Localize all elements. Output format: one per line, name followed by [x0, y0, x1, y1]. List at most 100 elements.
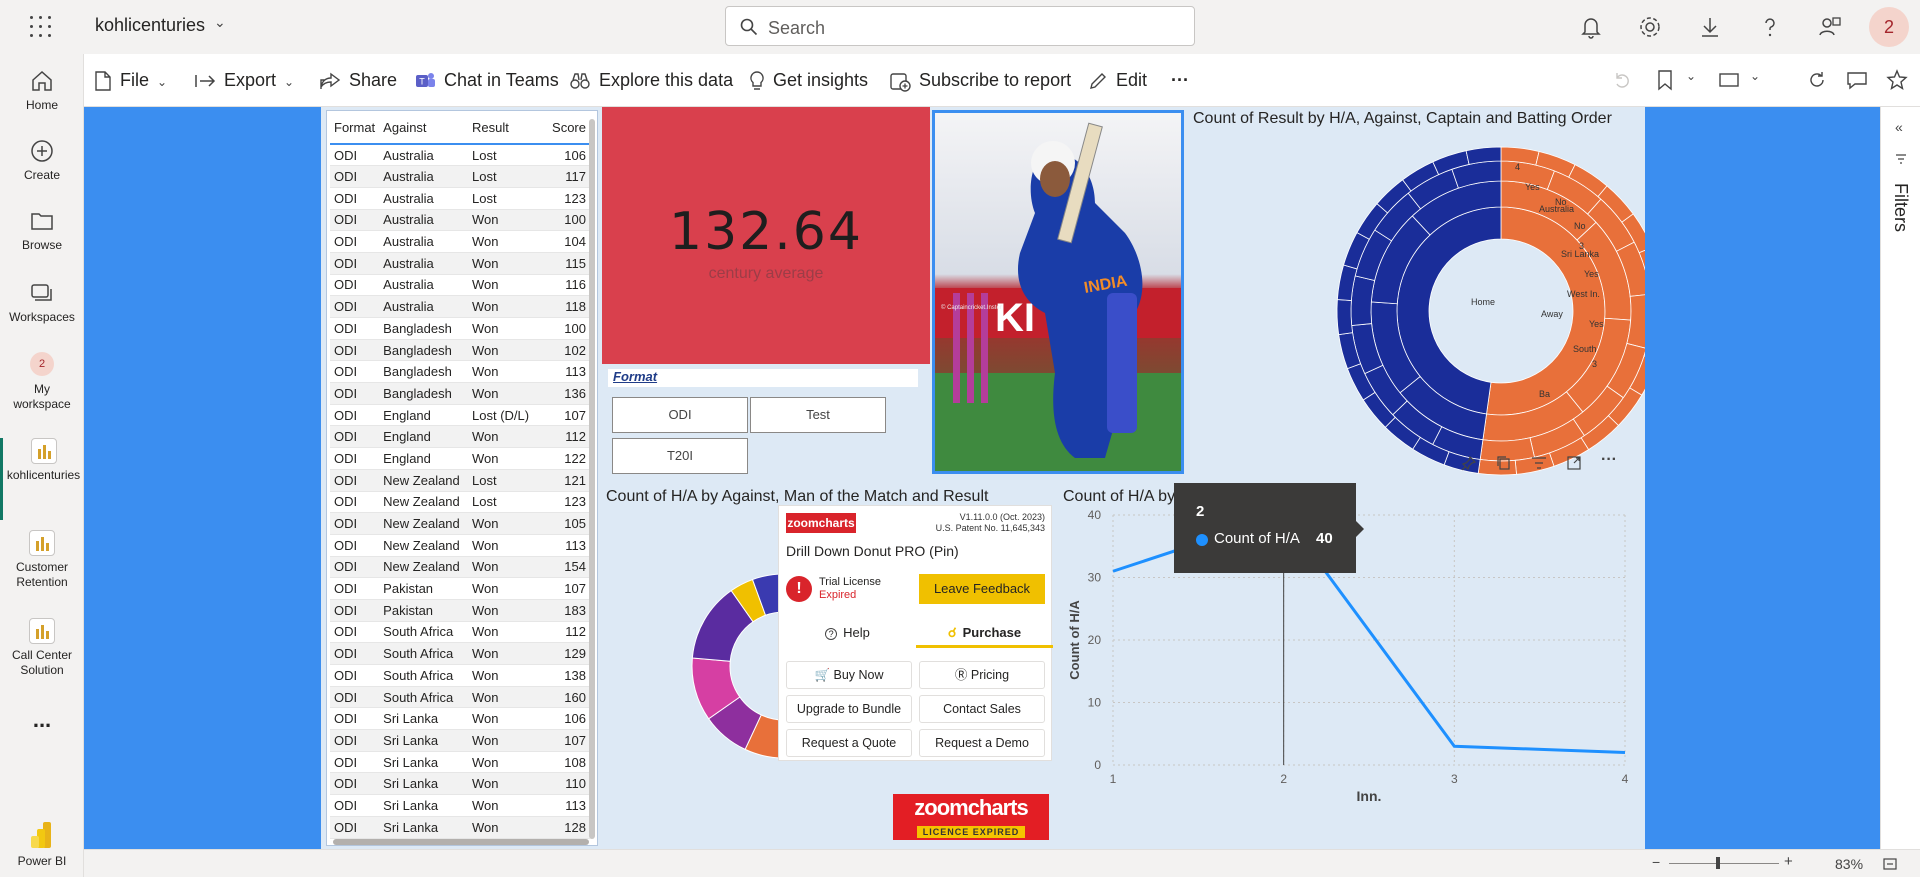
focus-mode-icon[interactable]: [1566, 455, 1582, 471]
table-row[interactable]: ODI Sri Lanka Won 107: [330, 729, 590, 752]
copy-icon[interactable]: [1496, 455, 1512, 471]
subscribe-button[interactable]: Subscribe to report: [889, 70, 1071, 92]
nav-my-workspace[interactable]: 2 My workspace: [0, 352, 84, 412]
avatar[interactable]: 2: [1869, 7, 1909, 47]
gear-icon[interactable]: [1637, 14, 1663, 40]
column-header-format[interactable]: Format: [330, 114, 380, 145]
centuries-table[interactable]: Format Against Result Score ODI Australia Los…: [326, 110, 598, 846]
table-row[interactable]: ODI New Zealand Lost 123: [330, 491, 590, 514]
leave-feedback-button[interactable]: Leave Feedback: [919, 574, 1045, 604]
nav-home[interactable]: Home: [0, 68, 84, 113]
get-insights-button[interactable]: Get insights: [749, 70, 868, 92]
table-row[interactable]: ODI New Zealand Lost 121: [330, 469, 590, 492]
download-icon[interactable]: [1697, 14, 1723, 40]
nav-workspaces[interactable]: Workspaces: [0, 280, 84, 325]
app-launcher-icon[interactable]: [30, 16, 52, 38]
bookmark-icon[interactable]: [1656, 69, 1674, 91]
fit-to-page-icon[interactable]: [1882, 856, 1898, 872]
table-row[interactable]: ODI South Africa Won 129: [330, 642, 590, 665]
refresh-icon[interactable]: [1807, 70, 1827, 90]
table-row[interactable]: ODI Sri Lanka Won 110: [330, 772, 590, 796]
file-menu[interactable]: File ⌄: [94, 70, 167, 91]
view-icon[interactable]: [1718, 71, 1740, 89]
table-row[interactable]: ODI Australia Lost 106: [330, 144, 590, 167]
table-row[interactable]: ODI New Zealand Won 113: [330, 534, 590, 557]
chevron-down-icon[interactable]: ⌄: [1686, 69, 1696, 83]
column-header-result[interactable]: Result: [468, 114, 541, 145]
request-quote-button[interactable]: Request a Quote: [786, 729, 912, 757]
zoom-in-button[interactable]: +: [1784, 853, 1793, 870]
table-horizontal-scrollbar[interactable]: [333, 839, 589, 845]
more-options-icon[interactable]: ···: [1601, 451, 1617, 469]
table-row[interactable]: ODI England Won 112: [330, 425, 590, 449]
contact-sales-button[interactable]: Contact Sales: [919, 695, 1045, 723]
nav-kohlicenturies[interactable]: kohlicenturies: [0, 438, 84, 520]
pin-icon[interactable]: [1461, 455, 1477, 471]
chevron-down-icon[interactable]: ⌄: [1750, 69, 1760, 83]
share-button[interactable]: Share: [319, 70, 397, 91]
table-row[interactable]: ODI New Zealand Won 105: [330, 512, 590, 535]
undo-icon[interactable]: [1612, 70, 1632, 90]
table-row[interactable]: ODI Australia Won 100: [330, 209, 590, 232]
slicer-option-test[interactable]: Test: [750, 397, 886, 433]
search-input[interactable]: Search: [725, 6, 1195, 46]
nav-call-center[interactable]: Call Center Solution: [0, 618, 84, 678]
table-row[interactable]: ODI Bangladesh Won 136: [330, 382, 590, 405]
tab-purchase[interactable]: ☌ Purchase: [916, 618, 1053, 648]
table-row[interactable]: ODI England Won 122: [330, 447, 590, 470]
share-feedback-icon[interactable]: [1817, 14, 1843, 40]
nav-browse[interactable]: Browse: [0, 208, 84, 253]
edit-button[interactable]: Edit: [1088, 70, 1147, 91]
nav-customer-retention[interactable]: Customer Retention: [0, 530, 84, 590]
buy-now-button[interactable]: 🛒 Buy Now: [786, 661, 912, 689]
upgrade-bundle-button[interactable]: Upgrade to Bundle: [786, 695, 912, 723]
more-options-button[interactable]: ···: [1171, 70, 1189, 91]
table-row[interactable]: ODI Pakistan Won 183: [330, 599, 590, 622]
table-row[interactable]: ODI South Africa Won 138: [330, 664, 590, 687]
table-row[interactable]: ODI Bangladesh Won 113: [330, 360, 590, 384]
century-average-card[interactable]: 132.64 century average: [602, 107, 930, 364]
help-icon[interactable]: [1757, 14, 1783, 40]
filter-icon[interactable]: [1531, 455, 1547, 471]
zoom-slider[interactable]: [1669, 863, 1779, 864]
sunburst-chart[interactable]: 4YesNoAustraliaNo3Sri LankaYesWest In.Aw…: [1189, 107, 1645, 477]
table-row[interactable]: ODI Sri Lanka Won 128: [330, 816, 590, 839]
table-row[interactable]: ODI Bangladesh Won 102: [330, 339, 590, 362]
report-title[interactable]: kohlicenturies: [95, 15, 205, 36]
sunburst-segment[interactable]: [1350, 275, 1376, 326]
table-row[interactable]: ODI Australia Won 118: [330, 295, 590, 318]
column-header-against[interactable]: Against: [379, 114, 469, 145]
table-row[interactable]: ODI South Africa Won 112: [330, 621, 590, 644]
slicer-option-t20i[interactable]: T20I: [612, 438, 748, 474]
column-header-score[interactable]: Score: [540, 114, 590, 145]
table-row[interactable]: ODI Australia Won 115: [330, 252, 590, 275]
tab-help[interactable]: ? Help: [779, 618, 916, 648]
chat-in-teams-button[interactable]: T Chat in Teams: [414, 70, 559, 92]
comment-icon[interactable]: [1846, 70, 1868, 90]
table-row[interactable]: ODI Australia Won 104: [330, 230, 590, 253]
slicer-option-odi[interactable]: ODI: [612, 397, 748, 433]
filters-pane-collapsed[interactable]: « Filters: [1880, 107, 1920, 849]
nav-create[interactable]: Create: [0, 138, 84, 183]
pricing-button[interactable]: Ⓡ Pricing: [919, 661, 1045, 689]
request-demo-button[interactable]: Request a Demo: [919, 729, 1045, 757]
nav-more-button[interactable]: ...: [0, 709, 84, 731]
table-row[interactable]: ODI Sri Lanka Won 106: [330, 707, 590, 731]
star-icon[interactable]: [1886, 69, 1908, 91]
chevron-down-icon[interactable]: ⌄: [214, 14, 226, 31]
table-row[interactable]: ODI Sri Lanka Won 108: [330, 751, 590, 774]
licence-expired-badge[interactable]: zoomcharts LICENCE EXPIRED: [893, 794, 1049, 840]
table-row[interactable]: ODI Australia Lost 123: [330, 187, 590, 210]
table-row[interactable]: ODI Pakistan Won 107: [330, 577, 590, 600]
export-menu[interactable]: Export ⌄: [194, 70, 294, 91]
zoom-slider-thumb[interactable]: [1716, 857, 1720, 869]
bell-icon[interactable]: [1578, 14, 1604, 40]
table-row[interactable]: ODI South Africa Won 160: [330, 686, 590, 709]
sunburst-segment[interactable]: [1336, 299, 1354, 336]
sunburst-visual[interactable]: Count of Result by H/A, Against, Captain…: [1189, 107, 1645, 477]
table-row[interactable]: ODI Bangladesh Won 100: [330, 317, 590, 340]
expand-chevron-icon[interactable]: «: [1895, 119, 1903, 135]
table-row[interactable]: ODI England Lost (D/L) 107: [330, 404, 590, 427]
nav-powerbi[interactable]: Power BI: [0, 820, 84, 869]
table-row[interactable]: ODI Australia Won 116: [330, 274, 590, 297]
